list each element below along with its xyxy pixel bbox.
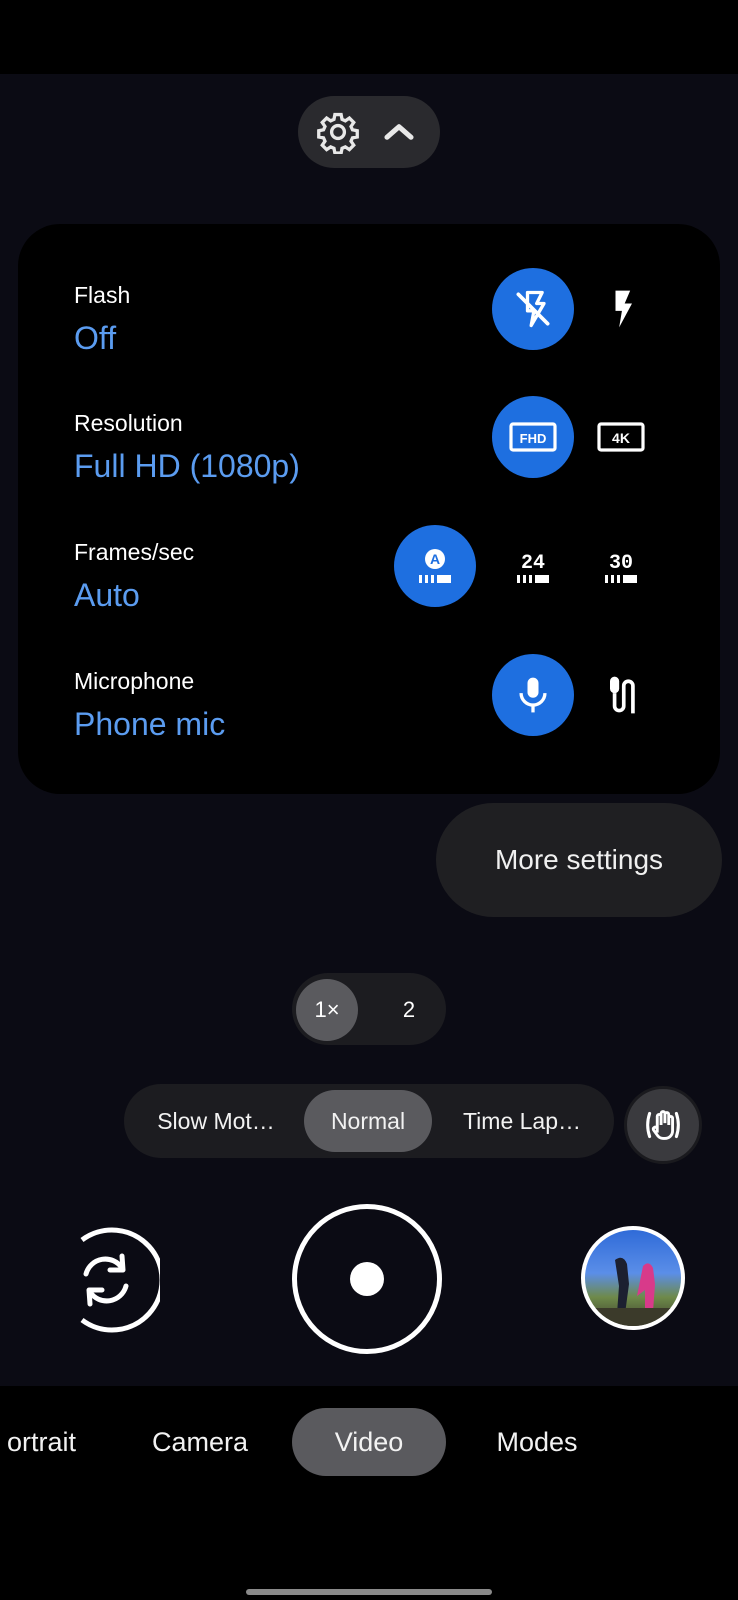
stabilization-hand-icon — [646, 1110, 680, 1140]
svg-text:24: 24 — [521, 552, 545, 575]
normal-speed-button[interactable]: Normal — [304, 1090, 432, 1152]
zoom-2x-button[interactable]: 2 — [378, 979, 440, 1041]
gallery-thumbnail[interactable] — [581, 1226, 685, 1330]
svg-text:A: A — [430, 551, 440, 567]
slow-motion-button[interactable]: Slow Mot… — [136, 1090, 296, 1152]
flash-on-icon — [615, 290, 632, 328]
resolution-label: Resolution — [74, 410, 183, 436]
chevron-up-icon[interactable] — [380, 114, 418, 150]
flash-label: Flash — [74, 282, 131, 308]
4k-button[interactable]: 4K — [580, 396, 662, 478]
flash-off-button[interactable] — [492, 268, 574, 350]
fhd-icon: FHD — [509, 422, 557, 452]
zoom-1x-button[interactable]: 1× — [296, 979, 358, 1041]
record-icon — [350, 1262, 384, 1296]
fps-30-icon: 30 — [605, 552, 637, 583]
svg-text:FHD: FHD — [520, 431, 547, 446]
stabilization-button[interactable] — [624, 1086, 702, 1164]
camera-mode-bar: ortrait Camera Video Modes — [0, 1386, 738, 1600]
record-button[interactable] — [292, 1204, 442, 1354]
external-mic-icon — [610, 676, 635, 714]
phone-mic-button[interactable] — [492, 654, 574, 736]
time-lapse-button[interactable]: Time Lap… — [440, 1090, 604, 1152]
speed-mode-selector: Slow Mot… Normal Time Lap… — [124, 1084, 614, 1158]
flash-off-icon — [516, 290, 550, 328]
resolution-value: Full HD (1080p) — [74, 448, 300, 484]
zoom-selector: 1× 2 — [292, 973, 446, 1045]
gallery-preview-image — [585, 1257, 681, 1326]
mode-camera[interactable]: Camera — [140, 1408, 260, 1476]
4k-icon: 4K — [597, 422, 645, 452]
frames-row: Frames/sec Auto A 24 30 — [18, 525, 720, 651]
flash-row: Flash Off — [18, 268, 720, 394]
mode-portrait[interactable]: ortrait — [0, 1408, 76, 1476]
home-indicator[interactable] — [246, 1589, 492, 1595]
switch-camera-icon — [80, 1227, 165, 1333]
fhd-button[interactable]: FHD — [492, 396, 574, 478]
mode-modes[interactable]: Modes — [484, 1408, 590, 1476]
fps-auto-button[interactable]: A — [394, 525, 476, 607]
more-settings-button[interactable]: More settings — [436, 803, 722, 917]
resolution-row: Resolution Full HD (1080p) FHD 4K — [18, 396, 720, 522]
fps-24-icon: 24 — [517, 552, 549, 583]
external-mic-button[interactable] — [580, 654, 662, 736]
fps-24-button[interactable]: 24 — [492, 525, 574, 607]
svg-text:4K: 4K — [612, 430, 630, 446]
mode-video[interactable]: Video — [292, 1408, 446, 1476]
microphone-row: Microphone Phone mic — [18, 654, 720, 780]
settings-toggle-pill[interactable] — [298, 96, 440, 168]
quick-settings-panel: Flash Off Resolution Full HD (1080p) FHD — [18, 224, 720, 794]
microphone-value: Phone mic — [74, 706, 226, 742]
fps-30-button[interactable]: 30 — [580, 525, 662, 607]
fps-auto-icon: A — [419, 549, 451, 583]
frames-label: Frames/sec — [74, 539, 195, 565]
switch-camera-button[interactable] — [52, 1226, 165, 1334]
more-settings-label: More settings — [494, 844, 664, 875]
gear-icon[interactable] — [316, 110, 360, 154]
flash-value: Off — [74, 320, 117, 356]
phone-mic-icon — [519, 677, 547, 713]
microphone-label: Microphone — [74, 668, 195, 694]
svg-text:30: 30 — [609, 552, 633, 575]
flash-on-button[interactable] — [580, 268, 662, 350]
frames-value: Auto — [74, 577, 140, 613]
